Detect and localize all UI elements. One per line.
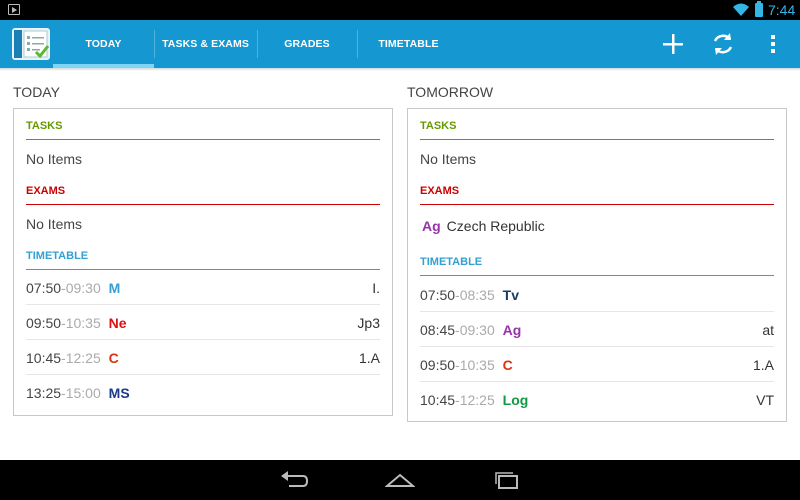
tomorrow-exams-header: EXAMS	[420, 185, 460, 197]
timetable-row[interactable]: 10:45-12:25 C 1.A	[26, 350, 380, 384]
subject-label: Tv	[502, 287, 519, 303]
subject-label: Ag	[422, 218, 441, 234]
back-icon[interactable]	[279, 470, 309, 490]
today-exams-empty: No Items	[26, 216, 83, 232]
today-timetable-header: TIMETABLE	[26, 250, 89, 262]
tomorrow-title: TOMORROW	[407, 84, 494, 100]
subject-label: M	[108, 280, 121, 296]
navigation-bar	[0, 460, 800, 500]
timetable-row[interactable]: 07:50-09:30 M I.	[26, 280, 380, 314]
exam-item[interactable]: Ag Czech Republic	[422, 218, 545, 234]
exam-text: Czech Republic	[446, 218, 545, 234]
timetable-row[interactable]: 10:45-12:25 Log VT	[420, 392, 774, 426]
tab-today[interactable]: TODAY	[53, 20, 154, 68]
timetable-row[interactable]: 07:50-08:35 Tv	[420, 287, 774, 321]
add-icon[interactable]	[657, 28, 689, 60]
timetable-row[interactable]: 13:25-15:00 MS	[26, 385, 380, 419]
room-label: I.	[372, 280, 380, 296]
recent-apps-icon[interactable]	[492, 470, 522, 490]
today-card: TASKS No Items EXAMS No Items TIMETABLE …	[13, 108, 393, 416]
subject-label: C	[108, 350, 119, 366]
app-logo-icon[interactable]	[12, 28, 50, 60]
timetable-row[interactable]: 08:45-09:30 Ag at	[420, 322, 774, 356]
tomorrow-timetable-header: TIMETABLE	[420, 256, 483, 268]
tab-grades[interactable]: GRADES	[257, 20, 357, 68]
subject-label: MS	[108, 385, 130, 401]
timetable-row[interactable]: 09:50-10:35 Ne Jp3	[26, 315, 380, 349]
room-label: 1.A	[358, 350, 380, 366]
refresh-icon[interactable]	[707, 28, 739, 60]
timetable-row[interactable]: 09:50-10:35 C 1.A	[420, 357, 774, 391]
tomorrow-tasks-header: TASKS	[420, 120, 457, 132]
tab-tasks-exams[interactable]: TASKS & EXAMS	[154, 20, 257, 68]
subject-label: Ag	[502, 322, 522, 338]
status-clock: 7:44	[768, 2, 796, 18]
room-label: 1.A	[752, 357, 774, 373]
today-title: TODAY	[13, 84, 60, 100]
room-label: Jp3	[357, 315, 380, 331]
overflow-menu-icon[interactable]	[757, 28, 789, 60]
wifi-icon	[733, 3, 749, 16]
room-label: at	[762, 322, 774, 338]
room-label: VT	[756, 392, 774, 408]
subject-label: Log	[502, 392, 529, 408]
today-tasks-header: TASKS	[26, 120, 63, 132]
today-tasks-empty: No Items	[26, 151, 83, 167]
home-icon[interactable]	[385, 470, 415, 490]
status-bar: 7:44	[0, 0, 800, 20]
subject-label: Ne	[108, 315, 127, 331]
tomorrow-tasks-empty: No Items	[420, 151, 477, 167]
battery-icon	[755, 1, 763, 17]
today-exams-header: EXAMS	[26, 185, 66, 197]
action-bar: TODAY TASKS & EXAMS GRADES TIMETABLE	[0, 20, 800, 68]
tomorrow-card: TASKS No Items EXAMS Ag Czech Republic TI…	[407, 108, 787, 422]
tab-timetable[interactable]: TIMETABLE	[357, 20, 460, 68]
play-notification-icon	[8, 4, 20, 15]
subject-label: C	[502, 357, 513, 373]
